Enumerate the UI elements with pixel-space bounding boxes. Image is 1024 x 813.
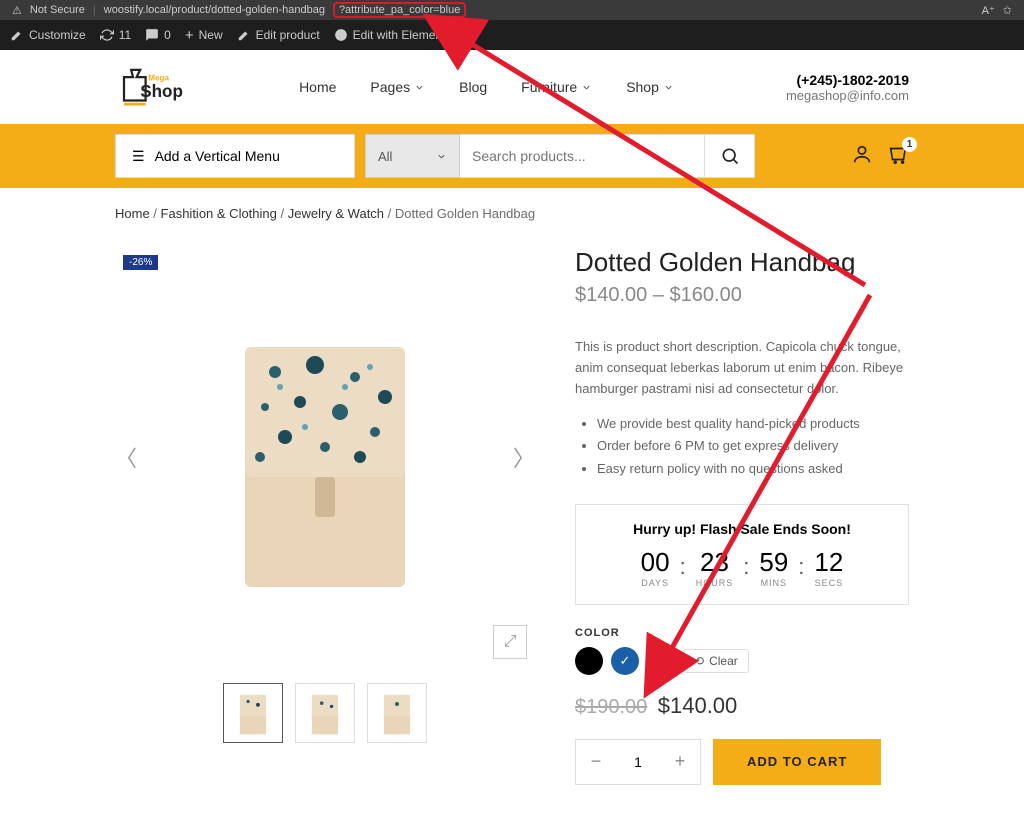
vertical-menu-btn[interactable]: ☰ Add a Vertical Menu [115, 134, 355, 178]
text-size-icon[interactable]: A⁺ [982, 4, 995, 17]
comments-link[interactable]: 0 [145, 28, 171, 42]
main-image: 〈 〉 ⤢ [115, 247, 535, 667]
gallery-prev[interactable]: 〈 [115, 441, 137, 473]
mins-value: 59 [759, 547, 788, 578]
refresh-icon: ⟲ [694, 654, 704, 668]
logo[interactable]: MegaShop [115, 64, 187, 110]
primary-nav: Home Pages Blog Furniture Shop [299, 79, 674, 95]
quantity-stepper: − 1 + [575, 739, 701, 785]
feature-item: Easy return policy with no questions ask… [597, 458, 909, 480]
url-part: woostify.local/product/dotted-golden-han… [104, 4, 325, 16]
new-link[interactable]: +New [185, 27, 223, 44]
edit-product-link[interactable]: Edit product [237, 28, 320, 42]
not-secure-label: Not Secure [30, 4, 85, 16]
updates-link[interactable]: 11 [100, 28, 131, 42]
qty-value[interactable]: 1 [616, 740, 660, 784]
cart-icon[interactable]: 1 [887, 143, 909, 170]
favorite-icon[interactable]: ✩ [1003, 4, 1012, 17]
elementor-link[interactable]: Edit with Elementor [334, 28, 456, 42]
feature-item: Order before 6 PM to get express deliver… [597, 435, 909, 457]
swatch-brown[interactable] [647, 647, 675, 675]
color-label: COLOR [575, 627, 909, 639]
search-form: All [365, 134, 755, 178]
nav-home[interactable]: Home [299, 79, 336, 95]
search-icon [720, 146, 740, 166]
flash-sale-box: Hurry up! Flash Sale Ends Soon! 00DAYS :… [575, 504, 909, 605]
swatch-blue[interactable]: ✓ [611, 647, 639, 675]
nav-furniture[interactable]: Furniture [521, 79, 592, 95]
nav-blog[interactable]: Blog [459, 79, 487, 95]
hamburger-icon: ☰ [132, 148, 145, 165]
variation-price: $190.00 $140.00 [575, 693, 909, 719]
feature-list: We provide best quality hand-picked prod… [575, 413, 909, 479]
nav-pages[interactable]: Pages [370, 79, 425, 95]
breadcrumb: Home / Fashition & Clothing / Jewelry & … [115, 206, 909, 221]
current-price: $140.00 [658, 693, 738, 718]
breadcrumb-home[interactable]: Home [115, 206, 150, 221]
wp-admin-bar: Customize 11 0 +New Edit product Edit wi… [0, 20, 1024, 50]
zoom-button[interactable]: ⤢ [493, 625, 527, 659]
header-actions: 1 [851, 143, 909, 170]
feature-item: We provide best quality hand-picked prod… [597, 413, 909, 435]
warn-icon: ⚠ [12, 4, 22, 17]
chevron-down-icon [663, 82, 674, 93]
breadcrumb-current: Dotted Golden Handbag [395, 206, 535, 221]
search-bar-row: ☰ Add a Vertical Menu All 1 [0, 124, 1024, 188]
add-to-cart-row: − 1 + ADD TO CART [575, 739, 909, 785]
breadcrumb-cat1[interactable]: Fashition & Clothing [161, 206, 277, 221]
account-icon[interactable] [851, 143, 873, 170]
old-price: $190.00 [575, 696, 647, 718]
search-category[interactable]: All [365, 134, 460, 178]
contact-info: (+245)-1802-2019 megashop@info.com [786, 72, 909, 103]
thumb-1[interactable] [223, 683, 283, 743]
chevron-down-icon [581, 82, 592, 93]
email: megashop@info.com [786, 88, 909, 103]
chevron-down-icon [436, 151, 447, 162]
chevron-down-icon [414, 82, 425, 93]
product-gallery: -26% 〈 〉 ⤢ [115, 247, 535, 785]
cart-badge: 1 [902, 137, 917, 152]
flash-title: Hurry up! Flash Sale Ends Soon! [596, 521, 888, 537]
nav-shop[interactable]: Shop [626, 79, 674, 95]
product-title: Dotted Golden Handbag [575, 247, 909, 278]
breadcrumb-cat2[interactable]: Jewelry & Watch [288, 206, 384, 221]
search-input[interactable] [460, 134, 705, 178]
price-range: $140.00 – $160.00 [575, 284, 909, 307]
qty-plus[interactable]: + [660, 740, 700, 784]
clear-button[interactable]: ⟲Clear [683, 649, 749, 673]
swatch-black[interactable] [575, 647, 603, 675]
color-swatches: ✓ ⟲Clear [575, 647, 909, 675]
search-button[interactable] [705, 134, 755, 178]
check-icon: ✓ [620, 653, 631, 669]
phone-number: (+245)-1802-2019 [786, 72, 909, 88]
days-value: 00 [641, 547, 670, 578]
thumb-2[interactable] [295, 683, 355, 743]
hours-value: 23 [696, 547, 734, 578]
add-to-cart-button[interactable]: ADD TO CART [713, 739, 881, 785]
browser-address-bar: ⚠ Not Secure | woostify.local/product/do… [0, 0, 1024, 20]
customize-link[interactable]: Customize [10, 28, 86, 42]
product-info: Dotted Golden Handbag $140.00 – $160.00 … [575, 247, 909, 785]
product-image [205, 317, 445, 597]
thumbnails [115, 683, 535, 743]
product-description: This is product short description. Capic… [575, 337, 909, 399]
svg-text:Shop: Shop [140, 82, 183, 101]
site-header: MegaShop Home Pages Blog Furniture Shop … [0, 50, 1024, 124]
url-query-highlight: ?attribute_pa_color=blue [333, 2, 466, 18]
thumb-3[interactable] [367, 683, 427, 743]
qty-minus[interactable]: − [576, 740, 616, 784]
secs-value: 12 [814, 547, 843, 578]
gallery-next[interactable]: 〉 [513, 441, 535, 473]
